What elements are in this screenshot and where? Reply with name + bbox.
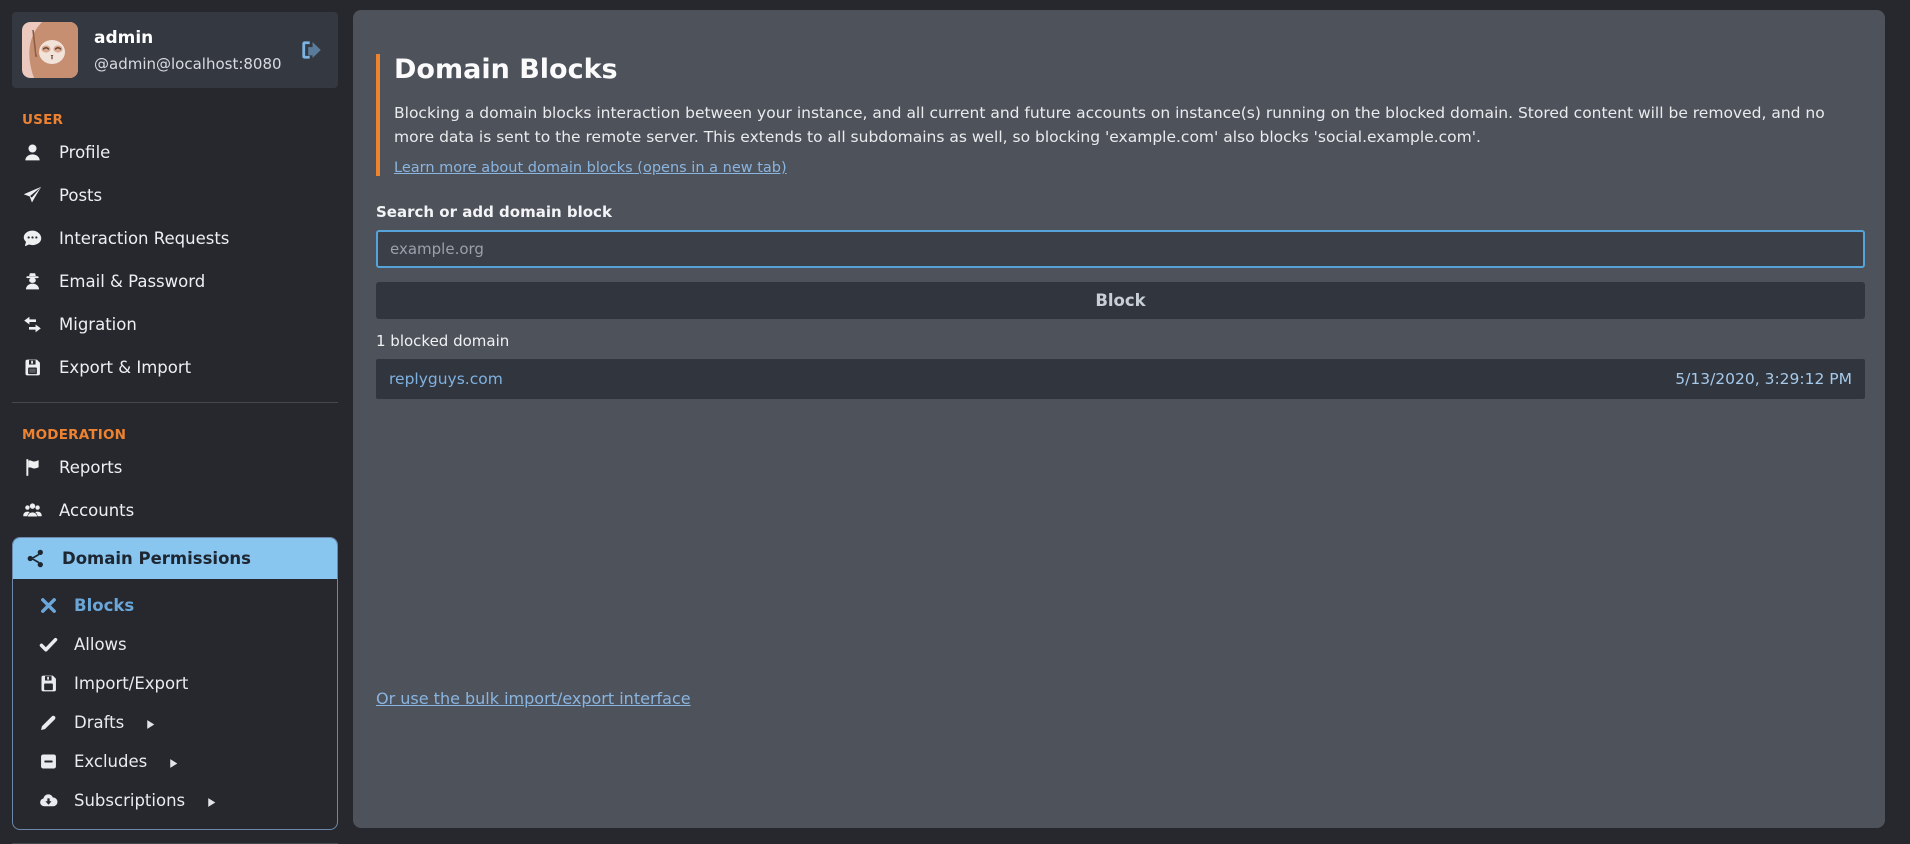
sidebar: admin @admin@localhost:8080 USER Profile… — [0, 0, 350, 828]
sidebar-item-email-password[interactable]: Email & Password — [12, 260, 338, 303]
xmark-icon — [38, 595, 59, 616]
right-left-arrows-icon — [22, 314, 43, 335]
user-name: admin — [94, 28, 282, 48]
sidebar-item-label: Accounts — [59, 501, 134, 520]
blocked-count: 1 blocked domain — [376, 332, 1865, 350]
submenu-item-excludes[interactable]: Excludes — [13, 742, 337, 781]
submenu-item-label: Subscriptions — [74, 791, 185, 810]
floppy-disk-icon — [38, 673, 59, 694]
flag-icon — [22, 457, 43, 478]
page-heading-block: Domain Blocks Blocking a domain blocks i… — [376, 54, 1865, 176]
sidebar-item-profile[interactable]: Profile — [12, 131, 338, 174]
sidebar-item-posts[interactable]: Posts — [12, 174, 338, 217]
submenu-item-blocks[interactable]: Blocks — [13, 586, 337, 625]
sign-out-icon — [298, 37, 324, 63]
sidebar-item-label: Reports — [59, 458, 122, 477]
sidebar-item-migration[interactable]: Migration — [12, 303, 338, 346]
sidebar-item-interaction-requests[interactable]: Interaction Requests — [12, 217, 338, 260]
avatar — [22, 22, 78, 78]
caret-right-icon — [144, 716, 157, 729]
sidebar-item-label: Interaction Requests — [59, 229, 229, 248]
paper-plane-icon — [22, 185, 43, 206]
submenu-item-label: Blocks — [74, 596, 134, 615]
users-icon — [22, 500, 43, 521]
square-minus-icon — [38, 751, 59, 772]
sidebar-item-domain-permissions[interactable]: Domain Permissions — [13, 538, 337, 579]
user-handle: @admin@localhost:8080 — [94, 55, 282, 73]
search-label: Search or add domain block — [376, 203, 1865, 221]
logout-button[interactable] — [298, 37, 324, 63]
sidebar-item-label: Profile — [59, 143, 110, 162]
sidebar-item-label: Migration — [59, 315, 137, 334]
bulk-import-export-link[interactable]: Or use the bulk import/export interface — [376, 689, 691, 708]
section-label-moderation: MODERATION — [22, 427, 328, 443]
main-panel: Domain Blocks Blocking a domain blocks i… — [353, 10, 1885, 828]
cloud-download-icon — [38, 790, 59, 811]
submenu-item-allows[interactable]: Allows — [13, 625, 337, 664]
submenu-item-subscriptions[interactable]: Subscriptions — [13, 781, 337, 820]
sidebar-item-label: Domain Permissions — [62, 549, 251, 568]
learn-more-link[interactable]: Learn more about domain blocks (opens in… — [394, 160, 787, 176]
section-label-user: USER — [22, 112, 328, 128]
domain-search-input[interactable] — [376, 230, 1865, 268]
pencil-icon — [38, 712, 59, 733]
check-icon — [38, 634, 59, 655]
user-icon — [22, 142, 43, 163]
sidebar-item-reports[interactable]: Reports — [12, 446, 338, 489]
submenu-item-drafts[interactable]: Drafts — [13, 703, 337, 742]
user-card: admin @admin@localhost:8080 — [12, 12, 338, 88]
caret-right-icon — [167, 755, 180, 768]
submenu-item-label: Excludes — [74, 752, 147, 771]
sidebar-divider — [12, 402, 338, 403]
blocked-domain-date: 5/13/2020, 3:29:12 PM — [1675, 370, 1852, 388]
caret-right-icon — [205, 794, 218, 807]
domain-permissions-group: Domain Permissions Blocks Allows — [12, 537, 338, 830]
blocked-domain-row[interactable]: replyguys.com 5/13/2020, 3:29:12 PM — [376, 359, 1865, 399]
user-info: admin @admin@localhost:8080 — [94, 28, 282, 73]
sidebar-item-export-import[interactable]: Export & Import — [12, 346, 338, 389]
sidebar-item-accounts[interactable]: Accounts — [12, 489, 338, 532]
domain-permissions-submenu: Blocks Allows Import/Export — [13, 579, 337, 829]
submenu-item-label: Import/Export — [74, 674, 188, 693]
submenu-item-import-export[interactable]: Import/Export — [13, 664, 337, 703]
sidebar-item-label: Posts — [59, 186, 102, 205]
blocked-domain-name: replyguys.com — [389, 370, 503, 388]
share-nodes-icon — [25, 548, 46, 569]
submenu-item-label: Drafts — [74, 713, 124, 732]
comment-dots-icon — [22, 228, 43, 249]
sidebar-item-label: Export & Import — [59, 358, 191, 377]
page-description: Blocking a domain blocks interaction bet… — [394, 101, 1865, 150]
block-button[interactable]: Block — [376, 282, 1865, 319]
floppy-disk-icon — [22, 357, 43, 378]
sidebar-item-label: Email & Password — [59, 272, 205, 291]
page-title: Domain Blocks — [394, 54, 1865, 85]
user-secret-icon — [22, 271, 43, 292]
submenu-item-label: Allows — [74, 635, 127, 654]
